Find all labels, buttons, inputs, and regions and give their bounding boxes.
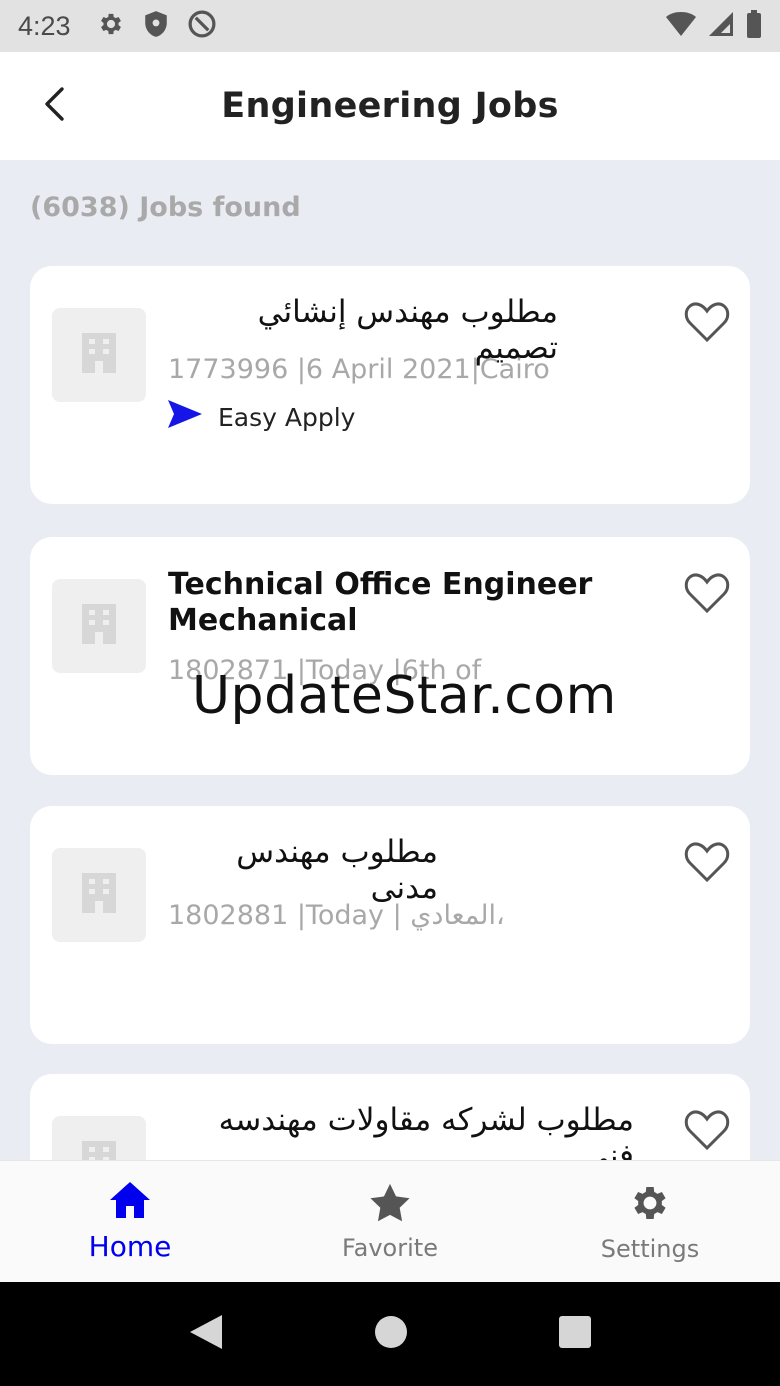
jobs-count: (6038) Jobs found — [30, 192, 301, 223]
nav-item-favorite[interactable]: Favorite — [260, 1161, 520, 1282]
easy-apply[interactable]: Easy Apply — [168, 400, 355, 434]
favorite-button[interactable] — [684, 573, 730, 619]
system-recents-icon[interactable] — [558, 1315, 592, 1353]
favorite-button[interactable] — [684, 842, 730, 888]
job-card[interactable]: مطلوب لشركه مقاولات مهندسه فني — [30, 1074, 750, 1160]
company-logo — [52, 1116, 146, 1160]
at-icon — [187, 9, 217, 43]
heart-icon — [684, 573, 730, 619]
job-meta: 1773996 |6 April 2021|Cairo — [168, 354, 550, 385]
company-logo — [52, 848, 146, 942]
job-card[interactable]: مطلوب مهندس إنشائي تصميم 1773996 |6 Apri… — [30, 266, 750, 504]
heart-icon — [684, 302, 730, 348]
app-bar: Engineering Jobs — [0, 52, 780, 160]
status-time: 4:23 — [18, 10, 71, 41]
favorite-button[interactable] — [684, 1110, 730, 1156]
back-arrow-icon — [41, 86, 67, 126]
favorite-button[interactable] — [684, 302, 730, 348]
bottom-nav: Home Favorite Settings — [0, 1160, 780, 1282]
heart-icon — [684, 842, 730, 888]
page-title: Engineering Jobs — [221, 86, 559, 126]
building-icon — [79, 1139, 119, 1160]
gear-icon — [97, 10, 125, 42]
nav-item-settings[interactable]: Settings — [520, 1161, 780, 1282]
job-card[interactable]: مطلوب مهندس مدنى 1802881 |Today | المعاد… — [30, 806, 750, 1044]
system-home-icon[interactable] — [374, 1315, 408, 1353]
building-icon — [79, 602, 119, 650]
heart-icon — [684, 1110, 730, 1156]
job-card[interactable]: Technical Office Engineer Mechanical 180… — [30, 537, 750, 775]
home-icon — [108, 1180, 152, 1224]
watermark-text: UpdateStar.com — [192, 666, 617, 726]
system-back-icon[interactable] — [188, 1313, 224, 1355]
nav-label-home: Home — [88, 1230, 172, 1263]
job-title[interactable]: Technical Office Engineer Mechanical — [168, 567, 658, 639]
gear-icon — [628, 1181, 672, 1229]
easy-apply-label: Easy Apply — [218, 402, 356, 432]
company-logo — [52, 308, 146, 402]
building-icon — [79, 331, 119, 379]
battery-icon — [746, 10, 762, 42]
star-icon — [368, 1182, 412, 1228]
status-bar: 4:23 — [0, 0, 780, 52]
job-title[interactable]: مطلوب مهندس مدنى — [168, 834, 438, 906]
building-icon — [79, 871, 119, 919]
job-meta: 1802881 |Today | المعادي، — [168, 900, 505, 931]
nav-item-home[interactable]: Home — [0, 1161, 260, 1282]
back-button[interactable] — [34, 86, 74, 126]
signal-icon — [708, 11, 734, 41]
system-nav-bar — [0, 1282, 780, 1386]
job-title[interactable]: مطلوب لشركه مقاولات مهندسه فني — [168, 1102, 634, 1160]
nav-label-settings: Settings — [600, 1234, 700, 1263]
wifi-icon — [666, 11, 696, 41]
shield-icon — [143, 10, 169, 42]
send-arrow-icon — [168, 400, 202, 434]
company-logo — [52, 579, 146, 673]
nav-label-favorite: Favorite — [342, 1233, 438, 1262]
